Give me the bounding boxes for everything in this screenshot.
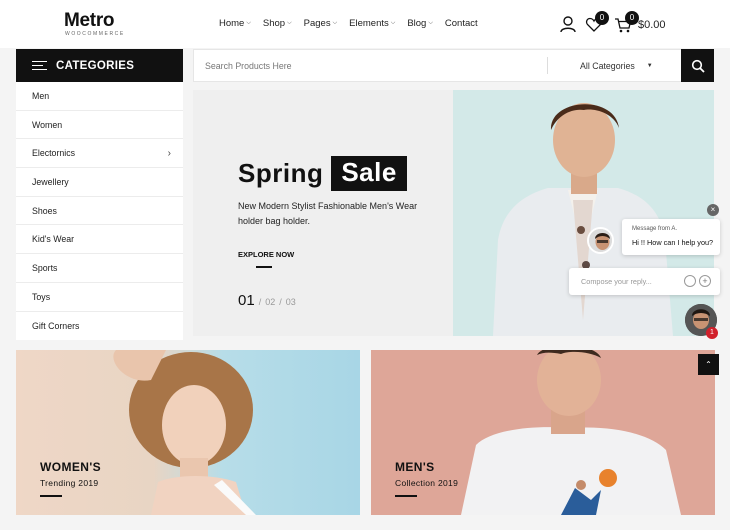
- slide-page[interactable]: 02: [265, 297, 275, 307]
- cart-total[interactable]: $0.00: [638, 19, 666, 31]
- user-icon[interactable]: [559, 15, 577, 33]
- chat-close-button[interactable]: ×: [707, 204, 719, 216]
- banner-subtitle: Trending 2019: [40, 478, 99, 488]
- scroll-to-top-button[interactable]: ⌃: [698, 354, 719, 375]
- category-item-jewellery[interactable]: Jewellery: [16, 168, 183, 197]
- caret-down-icon: ▼: [646, 63, 653, 69]
- hero-title-word: Spring: [238, 158, 324, 188]
- woman-model-image: [113, 350, 256, 515]
- banner-underline: [40, 495, 62, 497]
- chevron-down-icon: ⌵: [246, 20, 251, 26]
- category-item-electronics[interactable]: Electornics ›: [16, 139, 183, 169]
- slide-current[interactable]: 01: [238, 292, 255, 309]
- category-label: Men: [32, 90, 50, 101]
- menu-icon: [32, 60, 47, 71]
- cart-count-badge: 0: [625, 11, 639, 25]
- banner-subtitle: Collection 2019: [395, 478, 459, 488]
- chevron-right-icon: ›: [167, 147, 171, 159]
- category-item-shoes[interactable]: Shoes: [16, 197, 183, 226]
- category-label: Sports: [32, 262, 58, 273]
- nav-item-contact[interactable]: Contact: [445, 18, 478, 29]
- mens-banner[interactable]: MEN'S Collection 2019: [371, 350, 715, 515]
- nav-item-label: Home: [219, 18, 245, 29]
- chevron-up-icon: ⌃: [705, 360, 712, 369]
- nav-item-label: Blog: [407, 18, 427, 29]
- chat-message-bubble: Message from A. Hi !! How can I help you…: [622, 219, 720, 255]
- banner-underline: [395, 495, 417, 497]
- nav-item-shop[interactable]: Shop ⌵: [263, 18, 292, 29]
- category-label: Electornics: [32, 148, 76, 159]
- categories-title: CATEGORIES: [56, 59, 135, 72]
- category-select[interactable]: All Categories ▼: [580, 61, 653, 71]
- banner-title: MEN'S: [395, 460, 435, 474]
- chevron-down-icon: ⌵: [390, 20, 396, 26]
- category-label: Kid's Wear: [32, 234, 75, 245]
- brand-logo[interactable]: Metro WOOCOMMERCE: [64, 10, 125, 37]
- explore-now-link[interactable]: EXPLORE NOW: [238, 250, 294, 259]
- chat-sender: Message from A.: [632, 226, 678, 232]
- category-label: Shoes: [32, 205, 57, 216]
- nav-item-label: Shop: [262, 18, 286, 29]
- chevron-down-icon: ⌵: [428, 20, 433, 26]
- banner-title: WOMEN'S: [40, 460, 101, 474]
- categories-list: Men Women Electornics › Jewellery Shoes K…: [16, 82, 183, 341]
- wishlist-count-badge: 0: [595, 11, 609, 25]
- plus-icon[interactable]: +: [699, 275, 711, 287]
- slide-separator: /: [279, 297, 282, 307]
- chat-agent-avatar: [587, 227, 614, 254]
- slide-separator: /: [258, 297, 262, 307]
- category-label: Women: [32, 119, 63, 130]
- search-icon: [691, 59, 705, 73]
- category-item-sports[interactable]: Sports: [16, 254, 183, 283]
- search-input[interactable]: [194, 50, 546, 81]
- chat-message: Hi !! How can I help you?: [632, 238, 714, 247]
- brand-tagline: WOOCOMMERCE: [65, 31, 125, 37]
- main-nav: Home ⌵ Shop ⌵ Pages ⌵ Elements ⌵ Blog ⌵ Conta…: [219, 18, 478, 29]
- category-item-toys[interactable]: Toys: [16, 283, 183, 312]
- cta-underline: [256, 266, 272, 268]
- man-model-image: [461, 350, 681, 515]
- categories-header[interactable]: CATEGORIES: [16, 49, 183, 82]
- nav-item-blog[interactable]: Blog ⌵: [407, 18, 433, 29]
- chat-unread-badge: 1: [706, 327, 718, 339]
- nav-item-elements[interactable]: Elements ⌵: [349, 18, 395, 29]
- slide-pager: 01 / 02 / 03: [238, 292, 296, 309]
- slide-page[interactable]: 03: [286, 297, 296, 307]
- site-header: Metro WOOCOMMERCE Home ⌵ Shop ⌵ Pages ⌵ Ele…: [0, 0, 730, 48]
- nav-item-label: Elements: [349, 18, 389, 29]
- search-bar: All Categories ▼: [193, 49, 714, 82]
- hero-title-highlight: Sale: [331, 156, 407, 191]
- category-label: Gift Corners: [32, 320, 80, 331]
- category-label: Jewellery: [32, 176, 69, 187]
- category-item-men[interactable]: Men: [16, 82, 183, 111]
- chevron-down-icon: ⌵: [332, 20, 338, 26]
- category-item-kids-wear[interactable]: Kid's Wear: [16, 225, 183, 255]
- womens-banner[interactable]: WOMEN'S Trending 2019: [16, 350, 360, 515]
- emoji-icon[interactable]: [684, 275, 696, 287]
- hero-description: New Modern Stylist Fashionable Men's Wea…: [238, 201, 418, 226]
- nav-item-label: Contact: [444, 18, 478, 29]
- chat-compose-input[interactable]: Compose your reply...: [581, 277, 652, 286]
- nav-item-pages[interactable]: Pages ⌵: [304, 18, 338, 29]
- category-select-value: All Categories: [580, 61, 635, 71]
- search-button[interactable]: [681, 49, 714, 82]
- brand-name: Metro: [64, 10, 115, 31]
- nav-item-home[interactable]: Home ⌵: [219, 18, 251, 29]
- category-item-women[interactable]: Women: [16, 111, 183, 140]
- hero-title: Spring Sale: [238, 156, 407, 191]
- chat-compose-box[interactable]: Compose your reply... +: [569, 268, 720, 295]
- hero-model-image: [453, 90, 714, 336]
- search-divider: [547, 57, 548, 74]
- chevron-down-icon: ⌵: [287, 20, 292, 26]
- category-label: Toys: [32, 291, 51, 302]
- hero-slider: Spring Sale New Modern Stylist Fashionab…: [193, 90, 714, 336]
- nav-item-label: Pages: [303, 18, 331, 29]
- category-item-gift-corners[interactable]: Gift Corners: [16, 312, 183, 341]
